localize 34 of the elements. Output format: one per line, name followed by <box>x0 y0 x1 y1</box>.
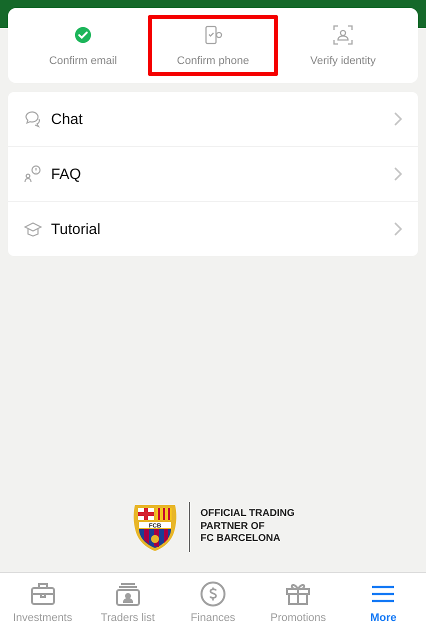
phone-gear-icon <box>203 24 223 44</box>
menu-icon <box>371 584 396 604</box>
chevron-right-icon <box>394 222 402 236</box>
dollar-coin-icon <box>200 581 226 607</box>
tab-bar-item[interactable]: Promotions <box>256 573 341 637</box>
gift-icon <box>285 582 312 606</box>
tab-bar-item[interactable]: More <box>340 573 426 637</box>
verification-step[interactable]: Confirm email <box>18 15 148 76</box>
tab-bar-item[interactable]: Finances <box>170 573 256 637</box>
menu-item[interactable]: FAQ <box>8 146 418 201</box>
briefcase-icon <box>30 582 56 606</box>
highlighted-step[interactable]: Confirm phone <box>148 15 278 76</box>
menu-item[interactable]: Chat <box>8 92 418 146</box>
menu-item-label: Chat <box>51 110 84 128</box>
partner-text: OFFICIAL TRADING <box>200 508 295 521</box>
chevron-right-icon <box>394 112 402 126</box>
id-card-stack-icon <box>114 582 141 606</box>
chat-bubbles-icon <box>24 110 42 128</box>
menu-item[interactable]: Tutorial <box>8 201 418 256</box>
graduation-cap-icon <box>24 220 42 238</box>
verification-step[interactable]: Verify identity <box>278 15 408 76</box>
face-scan-icon <box>333 24 353 44</box>
step-label: Confirm email <box>49 54 117 66</box>
tab-bar-item[interactable]: Investments <box>0 573 86 637</box>
tab-bar-item[interactable]: Traders list <box>85 573 170 637</box>
person-info-icon <box>24 165 42 183</box>
menu-item-label: Tutorial <box>51 220 102 238</box>
chevron-right-icon <box>394 167 402 181</box>
check-circle-icon <box>74 24 92 44</box>
step-label: Confirm phone <box>176 54 250 66</box>
partner-text: FC BARCELONA <box>200 533 282 546</box>
partner-text: PARTNER OF <box>200 520 266 534</box>
menu-item-label: FAQ <box>51 166 82 182</box>
step-label: Verify identity <box>310 54 376 66</box>
